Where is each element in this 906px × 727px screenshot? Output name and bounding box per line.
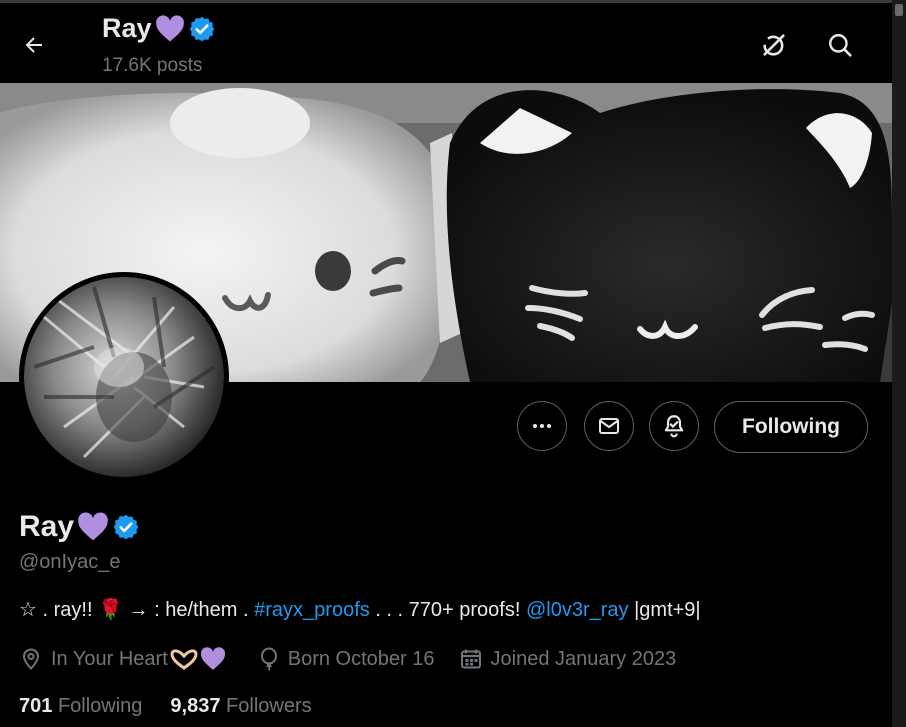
bio-after-hashtag: . . . 770+ proofs! (369, 599, 526, 621)
grok-icon (763, 34, 785, 56)
location-item: In Your Heart (19, 647, 234, 671)
joined-item: Joined January 2023 (459, 647, 677, 671)
following-button[interactable]: Following (714, 401, 868, 453)
more-button[interactable] (517, 401, 567, 451)
back-button[interactable] (14, 25, 54, 65)
followers-count: 9,837 (170, 695, 221, 717)
profile-stats: 701 Following 9,837 Followers (19, 695, 340, 718)
profile-header: Ray 17.6K posts (0, 3, 892, 83)
location-icon (22, 648, 40, 670)
mail-icon (599, 418, 619, 434)
birthday-item: Born October 16 (258, 647, 435, 671)
verified-badge-icon[interactable] (112, 513, 140, 541)
header-post-count: 17.6K posts (102, 55, 203, 76)
verified-badge-icon (189, 16, 214, 41)
followers-count-link[interactable]: 9,837 Followers (170, 695, 311, 718)
birthday-text: Born October 16 (287, 647, 435, 670)
notification-bell-icon (664, 415, 684, 438)
profile-meta: In Your Heart Born October 16 Joined Jan… (19, 647, 700, 671)
profile-name-text: Ray (19, 510, 75, 543)
following-count: 701 (19, 695, 53, 717)
purple-heart-icon (155, 14, 184, 41)
bio-hashtag-link[interactable]: #rayx_proofs (254, 599, 370, 621)
purple-heart-icon (200, 647, 225, 670)
scrollbar-thumb[interactable] (895, 4, 903, 16)
profile-bio: ☆ . ray!! 🌹 → : he/them . #rayx_proofs .… (19, 597, 701, 622)
heart-hands-icon (170, 649, 198, 670)
notifications-button[interactable] (649, 401, 699, 451)
header-name-text: Ray (102, 13, 152, 43)
grok-button[interactable] (754, 25, 794, 65)
message-button[interactable] (584, 401, 634, 451)
back-arrow-icon (25, 37, 42, 53)
joined-text: Joined January 2023 (490, 647, 677, 670)
search-icon (829, 34, 852, 57)
followers-label: Followers (226, 695, 312, 717)
profile-name: Ray (19, 510, 140, 544)
bio-mention-link[interactable]: @l0v3r_ray (526, 599, 629, 621)
scrollbar[interactable] (892, 0, 906, 727)
following-label: Following (57, 695, 143, 717)
header-name: Ray (102, 13, 216, 44)
location-text: In Your Heart (51, 647, 168, 670)
bio-middle: → : he/them . (122, 599, 255, 621)
birthday-balloon-icon (260, 647, 277, 671)
rose-emoji: 🌹 (98, 599, 123, 621)
purple-heart-icon (78, 512, 108, 541)
bio-prefix: ☆ . ray!! (19, 599, 99, 621)
following-count-link[interactable]: 701 Following (19, 695, 142, 718)
bio-suffix: |gmt+9| (628, 599, 701, 621)
search-button[interactable] (820, 25, 860, 65)
profile-avatar[interactable] (19, 272, 229, 482)
profile-handle: @onIyac_e (19, 551, 121, 573)
calendar-icon (460, 649, 481, 669)
avatar-image (24, 277, 224, 477)
more-icon (533, 424, 551, 428)
